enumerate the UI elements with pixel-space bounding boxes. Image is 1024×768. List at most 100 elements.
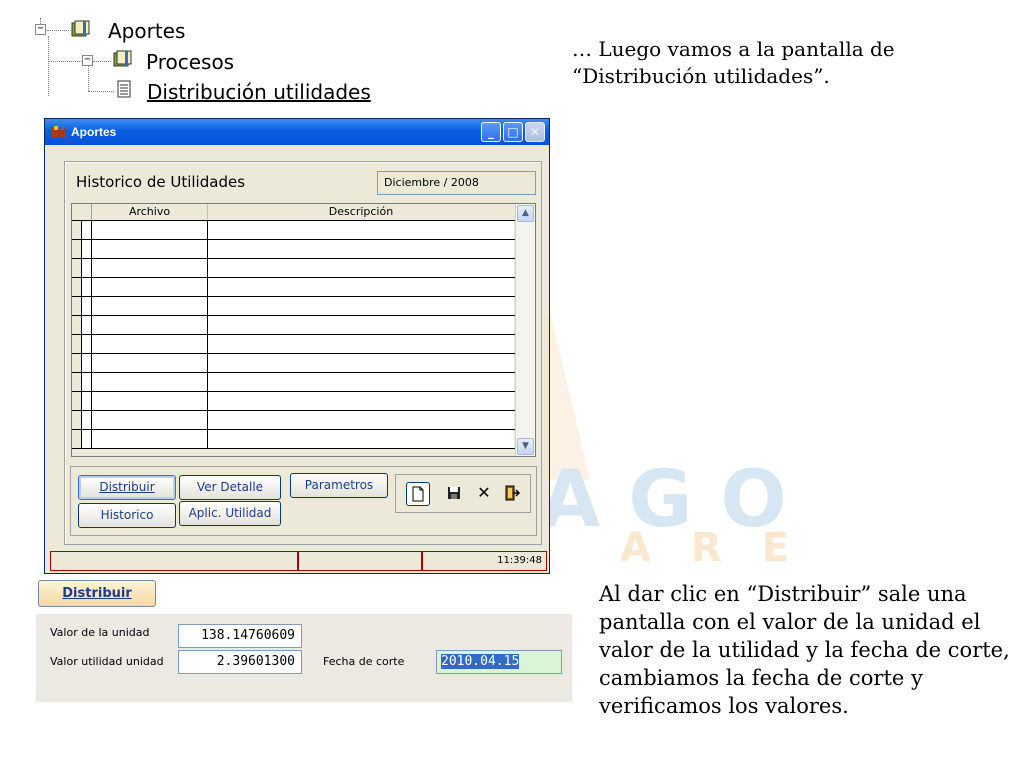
cell-descripcion[interactable]	[208, 335, 514, 353]
historico-button[interactable]: Historico	[78, 503, 176, 528]
background-watermark-text: AGO	[540, 455, 815, 545]
historico-panel: Historico de Utilidades Diciembre / 2008…	[64, 161, 542, 545]
ver-detalle-button[interactable]: Ver Detalle	[179, 475, 281, 500]
aportes-window: Aportes _ □ ✕ Historico de Utilidades Di…	[44, 118, 550, 574]
row-indicator	[82, 354, 92, 372]
cell-descripcion[interactable]	[208, 297, 514, 315]
cell-archivo[interactable]	[92, 411, 208, 429]
tree-collapse-icon[interactable]: −	[82, 55, 93, 66]
cell-archivo[interactable]	[92, 354, 208, 372]
row-selector[interactable]	[72, 240, 82, 258]
cell-descripcion[interactable]	[208, 373, 514, 391]
distribuir-button[interactable]: Distribuir	[78, 475, 176, 500]
row-indicator	[82, 335, 92, 353]
table-row[interactable]	[72, 373, 515, 392]
valor-utilidad-field[interactable]: 2.39601300	[178, 650, 302, 674]
cell-archivo[interactable]	[92, 221, 208, 239]
delete-icon[interactable]: ✕	[472, 482, 496, 506]
window-title: Aportes	[71, 125, 117, 139]
row-selector[interactable]	[72, 373, 82, 391]
status-bar: 11:39:48	[50, 551, 547, 571]
row-selector[interactable]	[72, 259, 82, 277]
close-button[interactable]: ✕	[525, 122, 545, 142]
row-selector[interactable]	[72, 354, 82, 372]
table-row[interactable]	[72, 354, 515, 373]
fecha-corte-field[interactable]: 2010.04.15	[436, 650, 562, 674]
maximize-button[interactable]: □	[503, 122, 523, 142]
row-indicator	[82, 278, 92, 296]
utilidades-grid[interactable]: Archivo Descripción ▲ ▼	[71, 203, 536, 457]
document-icon	[117, 80, 131, 98]
folder-book-icon	[71, 20, 90, 37]
cell-archivo[interactable]	[92, 240, 208, 258]
tree-item-aportes[interactable]: Aportes	[108, 20, 185, 42]
cell-archivo[interactable]	[92, 430, 208, 448]
tree-item-procesos[interactable]: Procesos	[146, 51, 234, 73]
row-selector[interactable]	[72, 297, 82, 315]
column-header-archivo[interactable]: Archivo	[92, 204, 208, 220]
row-indicator	[82, 392, 92, 410]
cell-descripcion[interactable]	[208, 430, 514, 448]
table-row[interactable]	[72, 316, 515, 335]
cell-archivo[interactable]	[92, 392, 208, 410]
cell-archivo[interactable]	[92, 278, 208, 296]
caption-top: … Luego vamos a la pantalla de “Distribu…	[572, 37, 895, 88]
new-document-icon[interactable]	[406, 482, 430, 506]
cell-descripcion[interactable]	[208, 354, 514, 372]
table-row[interactable]	[72, 240, 515, 259]
background-watermark-subtext: ARE	[620, 525, 830, 571]
grid-scrollbar[interactable]: ▲ ▼	[515, 204, 535, 456]
aplic-utilidad-button[interactable]: Aplic. Utilidad	[179, 501, 281, 526]
row-selector[interactable]	[72, 411, 82, 429]
table-row[interactable]	[72, 221, 515, 240]
cell-archivo[interactable]	[92, 373, 208, 391]
cell-descripcion[interactable]	[208, 392, 514, 410]
cell-descripcion[interactable]	[208, 411, 514, 429]
row-indicator	[82, 259, 92, 277]
cell-archivo[interactable]	[92, 297, 208, 315]
cell-archivo[interactable]	[92, 335, 208, 353]
minimize-button[interactable]: _	[481, 122, 501, 142]
cell-descripcion[interactable]	[208, 259, 514, 277]
caption-bottom: Al dar clic en “Distribuir” sale una pan…	[599, 582, 1010, 718]
row-selector[interactable]	[72, 316, 82, 334]
window-titlebar[interactable]: Aportes _ □ ✕	[45, 119, 549, 145]
navigation-tree: − Aportes − Procesos Distribución utilid…	[0, 0, 400, 103]
cell-descripcion[interactable]	[208, 221, 514, 239]
save-icon[interactable]	[442, 482, 466, 506]
row-indicator	[82, 240, 92, 258]
row-indicator	[82, 430, 92, 448]
cell-descripcion[interactable]	[208, 240, 514, 258]
panel-title: Historico de Utilidades	[76, 173, 246, 191]
row-selector[interactable]	[72, 221, 82, 239]
column-header-descripcion[interactable]: Descripción	[208, 204, 514, 220]
row-selector[interactable]	[72, 278, 82, 296]
tree-item-distribucion-utilidades[interactable]: Distribución utilidades	[147, 81, 371, 103]
valor-unidad-field[interactable]: 138.14760609	[178, 624, 302, 648]
parametros-button[interactable]: Parametros	[290, 473, 388, 498]
row-selector[interactable]	[72, 392, 82, 410]
distribuir-dialog-button[interactable]: Distribuir	[38, 580, 156, 607]
table-row[interactable]	[72, 411, 515, 430]
grid-header: Archivo Descripción	[72, 204, 515, 221]
cell-descripcion[interactable]	[208, 278, 514, 296]
row-indicator	[82, 316, 92, 334]
cell-archivo[interactable]	[92, 259, 208, 277]
table-row[interactable]	[72, 259, 515, 278]
table-row[interactable]	[72, 430, 515, 449]
row-selector[interactable]	[72, 335, 82, 353]
status-segment	[50, 551, 298, 571]
exit-icon[interactable]	[500, 482, 524, 506]
row-selector[interactable]	[72, 430, 82, 448]
table-row[interactable]	[72, 297, 515, 316]
status-segment	[298, 551, 422, 571]
scroll-down-icon[interactable]: ▼	[517, 438, 534, 455]
cell-descripcion[interactable]	[208, 316, 514, 334]
cell-archivo[interactable]	[92, 316, 208, 334]
table-row[interactable]	[72, 335, 515, 354]
table-row[interactable]	[72, 278, 515, 297]
tree-collapse-icon[interactable]: −	[35, 24, 46, 35]
fecha-corte-value: 2010.04.15	[441, 654, 520, 669]
table-row[interactable]	[72, 392, 515, 411]
scroll-up-icon[interactable]: ▲	[517, 205, 534, 222]
